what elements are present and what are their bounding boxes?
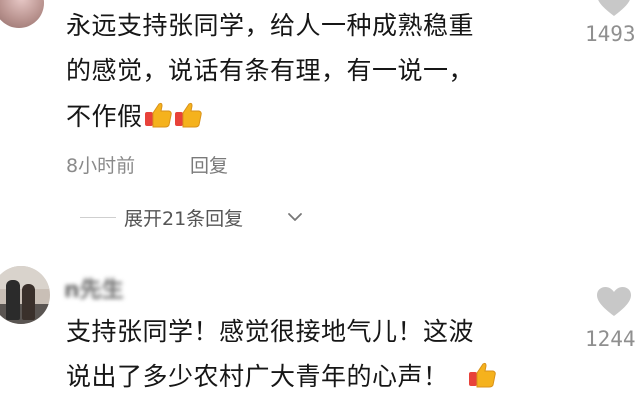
commenter-avatar[interactable] bbox=[0, 266, 50, 324]
thumbs-up-emoji-icon bbox=[143, 100, 173, 130]
comment-text-line: 不作假 bbox=[66, 97, 203, 136]
like-count: 1493 bbox=[585, 22, 636, 46]
thumbs-up-emoji-icon bbox=[173, 100, 203, 130]
comment-text-line: 支持张同学！感觉很接地气儿！这波 bbox=[66, 317, 475, 346]
expand-replies-label: 展开21条回复 bbox=[124, 208, 244, 230]
comment-timestamp: 8小时前 bbox=[66, 155, 136, 177]
commenter-avatar[interactable] bbox=[0, 0, 44, 28]
thumbs-up-emoji-icon bbox=[467, 360, 497, 390]
comment-text-segment: 不作假 bbox=[66, 102, 143, 131]
comment-text-line: 永远支持张同学，给人一种成熟稳重 bbox=[66, 11, 475, 40]
like-count: 1244 bbox=[585, 327, 636, 351]
avatar-figure bbox=[22, 284, 35, 320]
commenter-username[interactable]: n先生 bbox=[64, 272, 124, 304]
heart-icon[interactable] bbox=[596, 0, 632, 18]
comment-text-line: 说出了多少农村广大青年的心声！ bbox=[66, 357, 497, 396]
avatar-figure bbox=[6, 280, 20, 320]
comment-text-line: 的感觉，说话有条有理，有一说一， bbox=[66, 56, 475, 85]
divider-line bbox=[80, 217, 116, 218]
reply-button[interactable]: 回复 bbox=[190, 151, 228, 178]
comment-text-segment: 说出了多少农村广大青年的心声！ bbox=[66, 362, 449, 391]
heart-icon[interactable] bbox=[596, 286, 632, 318]
chevron-down-icon bbox=[288, 213, 302, 221]
